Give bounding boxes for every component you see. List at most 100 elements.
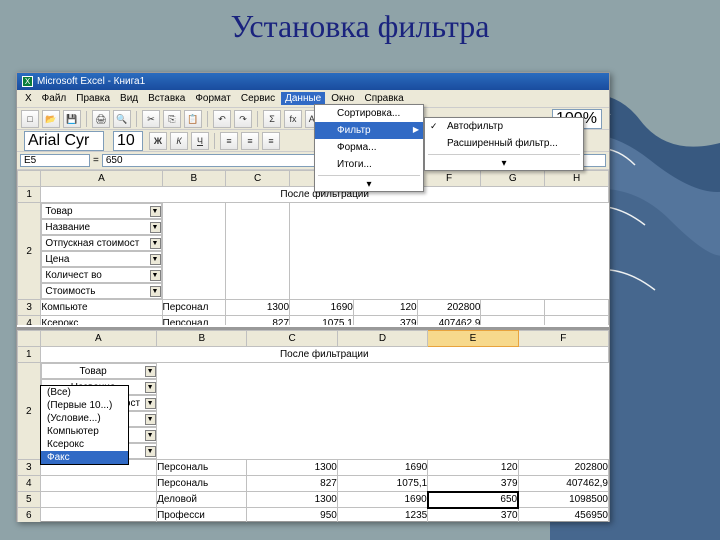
col-header[interactable]: A xyxy=(41,171,162,187)
cell[interactable]: 1690 xyxy=(337,460,427,476)
cell[interactable]: 379 xyxy=(353,316,417,326)
col-header[interactable]: B xyxy=(162,171,226,187)
menu-expand[interactable]: ▾ xyxy=(315,178,423,191)
cell[interactable] xyxy=(40,476,157,492)
cell[interactable]: 1235 xyxy=(337,508,427,523)
filter-arrow-icon[interactable]: ▼ xyxy=(145,398,156,409)
cell[interactable]: 1300 xyxy=(247,492,337,508)
font-name[interactable]: Arial Cyr xyxy=(24,131,104,151)
cell[interactable]: 1300 xyxy=(226,300,290,316)
row-header[interactable]: 2 xyxy=(18,203,41,300)
cell[interactable]: 1300 xyxy=(247,460,337,476)
filter-arrow-icon[interactable]: ▼ xyxy=(145,446,156,457)
menu-expand2[interactable]: ▾ xyxy=(425,157,583,170)
menu-view[interactable]: Вид xyxy=(116,92,142,105)
menu-filter[interactable]: Фильтр▶ xyxy=(315,122,423,139)
cell[interactable]: 379 xyxy=(428,476,518,492)
menu-file[interactable]: Файл xyxy=(38,92,71,105)
print-icon[interactable]: 🖨 xyxy=(92,110,110,128)
cell[interactable]: 1690 xyxy=(290,300,354,316)
filter-option[interactable]: (Первые 10...) xyxy=(41,399,128,412)
cell[interactable]: Персональ xyxy=(157,476,247,492)
cell[interactable]: Персонал xyxy=(162,316,226,326)
cell[interactable]: 456950 xyxy=(518,508,608,523)
cell[interactable]: 120 xyxy=(428,460,518,476)
cell[interactable] xyxy=(40,492,157,508)
row-header[interactable]: 5 xyxy=(18,492,41,508)
cell[interactable]: 407462,9 xyxy=(518,476,608,492)
cut-icon[interactable]: ✂ xyxy=(142,110,160,128)
row-header[interactable]: 6 xyxy=(18,508,41,523)
align-right-icon[interactable]: ≡ xyxy=(262,132,280,150)
menu-insert[interactable]: Вставка xyxy=(144,92,189,105)
cell[interactable]: 1690 xyxy=(337,492,427,508)
cell[interactable]: 1098500 xyxy=(518,492,608,508)
cell[interactable]: Персонал xyxy=(162,300,226,316)
filter-arrow-icon[interactable]: ▼ xyxy=(145,366,156,377)
row-header[interactable]: 4 xyxy=(18,476,41,492)
col-header[interactable]: C xyxy=(226,171,290,187)
col-header[interactable]: D xyxy=(337,331,427,347)
row-header[interactable]: 3 xyxy=(18,300,41,316)
menu-subtotals[interactable]: Итоги... xyxy=(315,156,423,173)
col-header[interactable]: E xyxy=(428,331,518,347)
filter-arrow-icon[interactable]: ▼ xyxy=(145,430,156,441)
align-left-icon[interactable]: ≡ xyxy=(220,132,238,150)
filter-arrow-icon[interactable]: ▼ xyxy=(150,254,161,265)
cell[interactable]: 202800 xyxy=(417,300,481,316)
col-header[interactable]: B xyxy=(157,331,247,347)
cell[interactable]: Деловой xyxy=(157,492,247,508)
cell[interactable]: Персональ xyxy=(157,460,247,476)
row-header[interactable]: 2 xyxy=(18,363,41,460)
cell[interactable]: 827 xyxy=(247,476,337,492)
cell[interactable]: 202800 xyxy=(518,460,608,476)
sum-icon[interactable]: Σ xyxy=(263,110,281,128)
cell[interactable]: 827 xyxy=(226,316,290,326)
save-icon[interactable]: 💾 xyxy=(63,110,81,128)
cell[interactable]: 1075,1 xyxy=(290,316,354,326)
col-header[interactable]: F xyxy=(518,331,608,347)
filter-option[interactable]: Ксерокс xyxy=(41,438,128,451)
col-header[interactable]: F xyxy=(417,171,481,187)
row-header[interactable]: 4 xyxy=(18,316,41,326)
cell[interactable]: 370 xyxy=(428,508,518,523)
menu-tools[interactable]: Сервис xyxy=(237,92,279,105)
cell[interactable]: Професси xyxy=(157,508,247,523)
menu-sort[interactable]: Сортировка... xyxy=(315,105,423,122)
col-header[interactable]: H xyxy=(545,171,609,187)
filter-submenu[interactable]: ✓Автофильтр Расширенный фильтр... ▾ xyxy=(424,117,584,171)
col-header[interactable]: C xyxy=(247,331,337,347)
filter-arrow-icon[interactable]: ▼ xyxy=(150,222,161,233)
fx-icon[interactable]: fx xyxy=(284,110,302,128)
undo-icon[interactable]: ↶ xyxy=(213,110,231,128)
filter-arrow-icon[interactable]: ▼ xyxy=(150,206,161,217)
underline-icon[interactable]: Ч xyxy=(191,132,209,150)
cell[interactable]: Компьюте xyxy=(41,300,162,316)
col-header[interactable]: A xyxy=(40,331,157,347)
menu-form[interactable]: Форма... xyxy=(315,139,423,156)
menu-advfilter[interactable]: Расширенный фильтр... xyxy=(425,135,583,152)
name-box[interactable]: E5 xyxy=(20,154,90,167)
col-header[interactable]: G xyxy=(481,171,545,187)
preview-icon[interactable]: 🔍 xyxy=(113,110,131,128)
copy-icon[interactable]: ⎘ xyxy=(163,110,181,128)
redo-icon[interactable]: ↷ xyxy=(234,110,252,128)
open-icon[interactable]: 📂 xyxy=(42,110,60,128)
align-center-icon[interactable]: ≡ xyxy=(241,132,259,150)
menu-edit[interactable]: Правка xyxy=(72,92,114,105)
italic-icon[interactable]: К xyxy=(170,132,188,150)
filter-option[interactable]: Факс xyxy=(41,451,128,464)
menu-format[interactable]: Формат xyxy=(191,92,235,105)
data-menu-dropdown[interactable]: Сортировка... Фильтр▶ Форма... Итоги... … xyxy=(314,104,424,192)
bold-icon[interactable]: Ж xyxy=(149,132,167,150)
cell[interactable]: 407462,9 xyxy=(417,316,481,326)
new-icon[interactable]: □ xyxy=(21,110,39,128)
cell[interactable]: 950 xyxy=(247,508,337,523)
cell[interactable] xyxy=(40,508,157,523)
filter-arrow-icon[interactable]: ▼ xyxy=(150,238,161,249)
cell[interactable]: Ксерокс xyxy=(41,316,162,326)
filter-arrow-icon[interactable]: ▼ xyxy=(145,414,156,425)
filter-option[interactable]: Компьютер xyxy=(41,425,128,438)
cell[interactable]: 650 xyxy=(428,492,518,508)
filter-arrow-icon[interactable]: ▼ xyxy=(145,382,156,393)
